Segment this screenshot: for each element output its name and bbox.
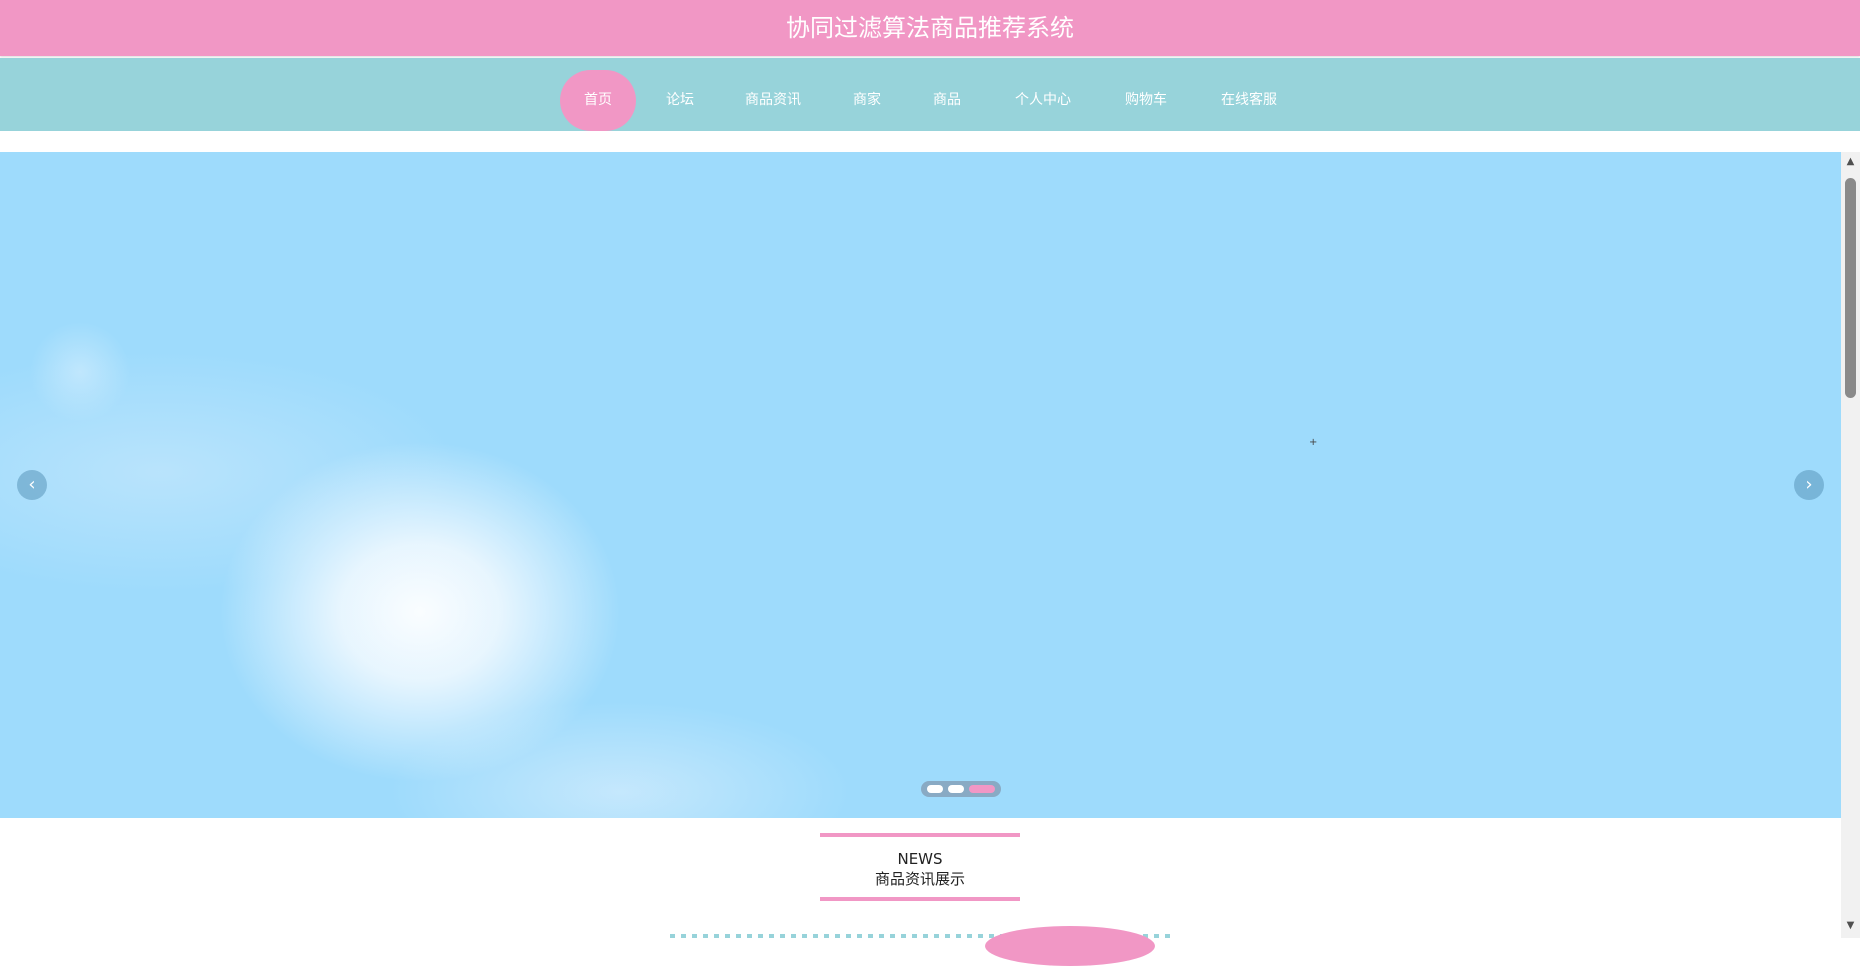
news-section-heading: NEWS 商品资讯展示 (820, 833, 1020, 901)
carousel-dot-1[interactable] (927, 785, 943, 793)
site-header: 协同过滤算法商品推荐系统 (0, 0, 1860, 56)
scrollbar-thumb[interactable] (1845, 178, 1856, 398)
nav-item-products[interactable]: 商品 (925, 70, 969, 131)
banner-carousel: ‹ › (0, 152, 1841, 818)
scroll-down-icon[interactable]: ▼ (1841, 918, 1860, 934)
news-label-en: NEWS (897, 850, 943, 868)
nav-item-personal-center[interactable]: 个人中心 (1010, 70, 1076, 131)
news-decorative-arc (985, 926, 1155, 966)
nav-item-cart[interactable]: 购物车 (1115, 70, 1177, 131)
nav-item-forum[interactable]: 论坛 (660, 70, 700, 131)
mouse-cursor-icon: + (1309, 437, 1318, 448)
chevron-right-icon[interactable]: › (1794, 470, 1824, 500)
scroll-up-icon[interactable]: ▲ (1841, 154, 1860, 170)
page-scrollbar[interactable]: ▲ ▼ (1841, 152, 1860, 938)
nav-item-home[interactable]: 首页 (560, 70, 636, 131)
main-nav: 首页 论坛 商品资讯 商家 商品 个人中心 购物车 在线客服 (0, 58, 1860, 131)
nav-item-online-service[interactable]: 在线客服 (1215, 70, 1283, 131)
nav-item-product-news[interactable]: 商品资讯 (740, 70, 806, 131)
carousel-indicator (921, 781, 1001, 797)
news-label-cn: 商品资讯展示 (874, 870, 965, 888)
site-title: 协同过滤算法商品推荐系统 (786, 14, 1074, 42)
chevron-left-icon[interactable]: ‹ (17, 470, 47, 500)
nav-item-merchants[interactable]: 商家 (845, 70, 889, 131)
carousel-dot-3[interactable] (969, 785, 995, 793)
carousel-dot-2[interactable] (948, 785, 964, 793)
